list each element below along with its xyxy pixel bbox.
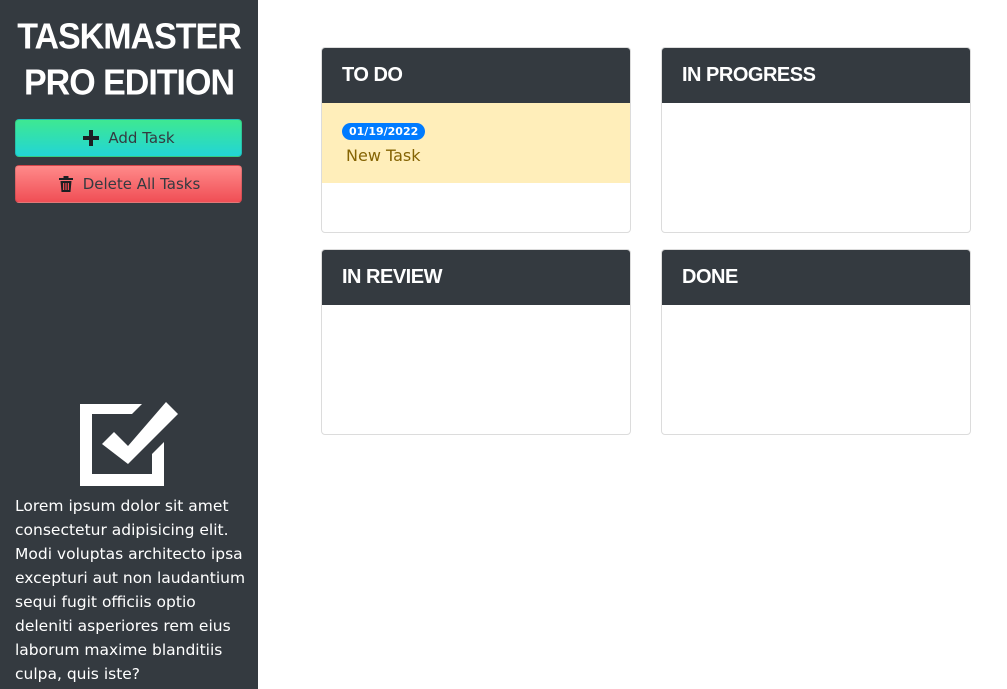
lane-title: IN PROGRESS: [662, 48, 970, 103]
add-task-button[interactable]: Add Task: [15, 119, 242, 157]
lane-in-review[interactable]: IN REVIEW: [321, 249, 631, 435]
brand-title: TASKMASTER PRO EDITION: [0, 14, 258, 106]
task-card[interactable]: 01/19/2022 New Task: [322, 103, 630, 183]
lane-title: IN REVIEW: [322, 250, 630, 305]
brand-line-1: TASKMASTER: [17, 16, 242, 57]
task-date-badge: 01/19/2022: [342, 123, 426, 140]
plus-icon: [82, 129, 100, 147]
lane-title: TO DO: [322, 48, 630, 103]
sidebar: TASKMASTER PRO EDITION Add Task Delete A…: [0, 0, 258, 689]
sidebar-description: Lorem ipsum dolor sit amet consectetur a…: [15, 497, 246, 683]
brand-line-2: PRO EDITION: [23, 63, 235, 104]
add-task-label: Add Task: [108, 129, 175, 147]
task-title: New Task: [346, 146, 421, 165]
lane-title: DONE: [662, 250, 970, 305]
delete-all-tasks-button[interactable]: Delete All Tasks: [15, 165, 242, 203]
trash-icon: [57, 175, 75, 193]
delete-all-tasks-label: Delete All Tasks: [82, 175, 201, 193]
lane-in-progress[interactable]: IN PROGRESS: [661, 47, 971, 233]
checkbox-icon: [80, 400, 178, 488]
lane-todo[interactable]: TO DO 01/19/2022 New Task: [321, 47, 631, 233]
lane-done[interactable]: DONE: [661, 249, 971, 435]
